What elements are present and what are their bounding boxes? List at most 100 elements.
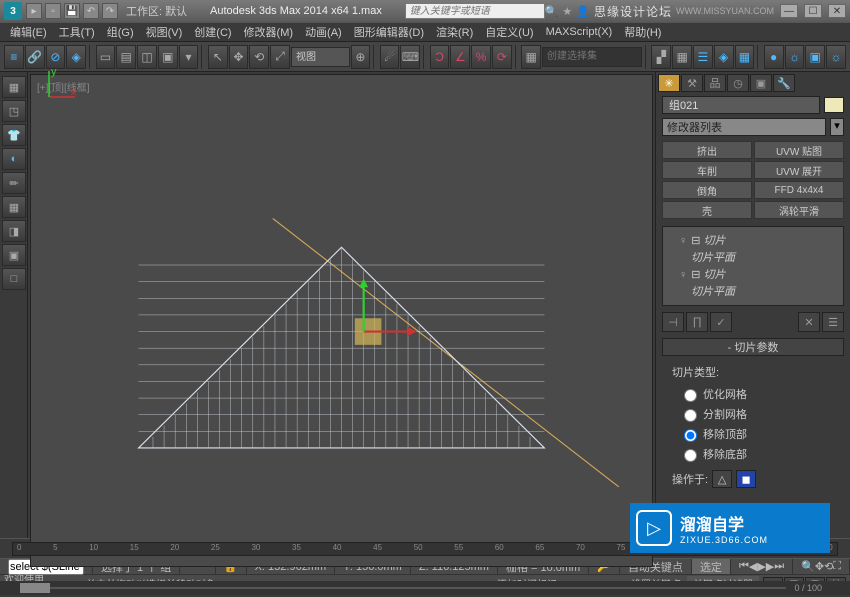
close-btn[interactable]: ✕ <box>828 4 846 18</box>
axis-gizmo: x y <box>41 65 662 556</box>
mod-uvwunwrap[interactable]: UVW 展开 <box>754 161 844 179</box>
tick: 40 <box>333 543 342 555</box>
lt-tool-8[interactable]: ▣ <box>2 244 26 266</box>
mod-shell[interactable]: 壳 <box>662 201 752 219</box>
opt-optimize[interactable]: 优化网格 <box>672 384 834 404</box>
mod-extrude[interactable]: 挤出 <box>662 141 752 159</box>
menu-anim[interactable]: 动画(A) <box>299 22 348 42</box>
selected-btn[interactable]: 选定 <box>692 559 731 574</box>
opt-remove-bottom[interactable]: 移除底部 <box>672 444 834 464</box>
maximize-btn[interactable]: ☐ <box>804 4 822 18</box>
user-icon[interactable]: 👤 <box>576 5 590 18</box>
viewport[interactable]: [+][顶][线框] <box>30 74 653 567</box>
pan-icon[interactable]: ✥ <box>815 560 824 573</box>
menu-modifier[interactable]: 修改器(M) <box>238 22 300 42</box>
menu-create[interactable]: 创建(C) <box>188 22 237 42</box>
schematic-icon[interactable]: ▦ <box>735 45 755 69</box>
watermark-brand: 溜溜自学 <box>680 511 768 535</box>
op-poly-icon[interactable]: ◼ <box>736 470 756 488</box>
align-icon[interactable]: ▦ <box>672 45 692 69</box>
goto-start-icon[interactable]: ⏮ <box>739 560 749 573</box>
play-icon[interactable]: ▶ <box>757 560 765 573</box>
coord-sys-dd[interactable]: 视图 <box>291 47 350 67</box>
goto-end-icon[interactable]: ⏭ <box>774 560 784 573</box>
orbit-icon[interactable]: ⟲ <box>824 560 833 573</box>
workspace-label[interactable]: 工作区: 默认 <box>126 3 187 19</box>
tab-hierarchy[interactable]: 品 <box>704 74 726 92</box>
unique-icon[interactable]: ✓ <box>710 312 732 332</box>
help-search-input[interactable] <box>405 3 545 19</box>
tab-display[interactable]: ▣ <box>750 74 772 92</box>
material-icon[interactable]: ● <box>764 45 784 69</box>
undo-btn[interactable]: ↶ <box>83 3 99 19</box>
mod-turbosmooth[interactable]: 涡轮平滑 <box>754 201 844 219</box>
opt-split[interactable]: 分割网格 <box>672 404 834 424</box>
mod-dd-arrow-icon[interactable]: ▾ <box>830 118 844 136</box>
stack-toolbar: ⊣ ∏ ✓ ✕ ☰ <box>662 312 844 332</box>
object-name-input[interactable] <box>662 96 820 114</box>
lt-tool-7[interactable]: ◨ <box>2 220 26 242</box>
pin-stack-icon[interactable]: ⊣ <box>662 312 684 332</box>
params-header[interactable]: - 切片参数 <box>662 338 844 356</box>
next-frame-icon[interactable]: ▶ <box>766 560 774 573</box>
menu-edit[interactable]: 编辑(E) <box>4 22 53 42</box>
modifier-stack[interactable]: ♀⊟ 切片 切片平面 ♀⊟ 切片 切片平面 <box>662 226 844 306</box>
maximize-viewport-icon[interactable]: ⛶ <box>833 560 841 573</box>
named-sel-dd[interactable] <box>542 47 642 67</box>
mod-ffd[interactable]: FFD 4x4x4 <box>754 181 844 199</box>
op-face-icon[interactable]: △ <box>712 470 732 488</box>
show-end-icon[interactable]: ∏ <box>686 312 708 332</box>
mod-uvwmap[interactable]: UVW 贴图 <box>754 141 844 159</box>
new-btn[interactable]: ▸ <box>26 3 42 19</box>
menu-group[interactable]: 组(G) <box>101 22 140 42</box>
layer-icon[interactable]: ☰ <box>693 45 713 69</box>
star-icon[interactable]: ★ <box>562 5 572 18</box>
config-icon[interactable]: ☰ <box>822 312 844 332</box>
render-frame-icon[interactable]: ▣ <box>805 45 825 69</box>
lt-tool-3[interactable]: 👕 <box>2 124 26 146</box>
lt-tool-9[interactable]: □ <box>2 268 26 290</box>
info-icon[interactable]: 🔍 <box>545 5 559 18</box>
render-setup-icon[interactable]: ☼ <box>785 45 805 69</box>
tab-utilities[interactable]: 🔧 <box>773 74 795 92</box>
ribbon-icon[interactable]: ≡ <box>4 45 24 69</box>
lt-tool-2[interactable]: ◳ <box>2 100 26 122</box>
tick: 55 <box>454 543 463 555</box>
menu-maxscript[interactable]: MAXScript(X) <box>540 24 619 40</box>
save-btn[interactable]: 💾 <box>64 3 80 19</box>
watermark-play-icon: ▷ <box>636 510 672 546</box>
title-bar: 3 ▸ ▫ 💾 ↶ ↷ 工作区: 默认 Autodesk 3ds Max 201… <box>0 0 850 22</box>
redo-btn[interactable]: ↷ <box>102 3 118 19</box>
render-icon[interactable]: ☼ <box>826 45 846 69</box>
tick: 75 <box>617 543 626 555</box>
menu-view[interactable]: 视图(V) <box>140 22 189 42</box>
curve-editor-icon[interactable]: ◈ <box>714 45 734 69</box>
tab-create[interactable]: ✳ <box>658 74 680 92</box>
opt-remove-top[interactable]: 移除顶部 <box>672 424 834 444</box>
minimize-btn[interactable]: — <box>780 4 798 18</box>
lt-tool-4[interactable]: ◐ <box>2 148 26 170</box>
mod-bevel[interactable]: 倒角 <box>662 181 752 199</box>
tab-modify[interactable]: ⚒ <box>681 74 703 92</box>
menu-graph[interactable]: 图形编辑器(D) <box>348 22 430 42</box>
tick: 45 <box>373 543 382 555</box>
tab-motion[interactable]: ◷ <box>727 74 749 92</box>
modifier-list-dd[interactable]: 修改器列表 <box>662 118 826 136</box>
lt-tool-5[interactable]: ✏ <box>2 172 26 194</box>
open-btn[interactable]: ▫ <box>45 3 61 19</box>
lt-tool-6[interactable]: ▦ <box>2 196 26 218</box>
menu-custom[interactable]: 自定义(U) <box>479 22 539 42</box>
object-color-swatch[interactable] <box>824 97 844 113</box>
main-area: ▦ ◳ 👕 ◐ ✏ ▦ ◨ ▣ □ [+][顶][线框] <box>0 72 850 538</box>
remove-mod-icon[interactable]: ✕ <box>798 312 820 332</box>
menu-render[interactable]: 渲染(R) <box>430 22 479 42</box>
menu-help[interactable]: 帮助(H) <box>618 22 667 42</box>
lt-tool-1[interactable]: ▦ <box>2 76 26 98</box>
watermark-url: ZIXUE.3D66.COM <box>680 535 768 545</box>
menu-tools[interactable]: 工具(T) <box>53 22 101 42</box>
zoom-icon[interactable]: 🔍 <box>801 560 815 573</box>
tick: 35 <box>292 543 301 555</box>
mod-lathe[interactable]: 车削 <box>662 161 752 179</box>
tick: 20 <box>170 543 179 555</box>
prev-frame-icon[interactable]: ◀ <box>749 560 757 573</box>
